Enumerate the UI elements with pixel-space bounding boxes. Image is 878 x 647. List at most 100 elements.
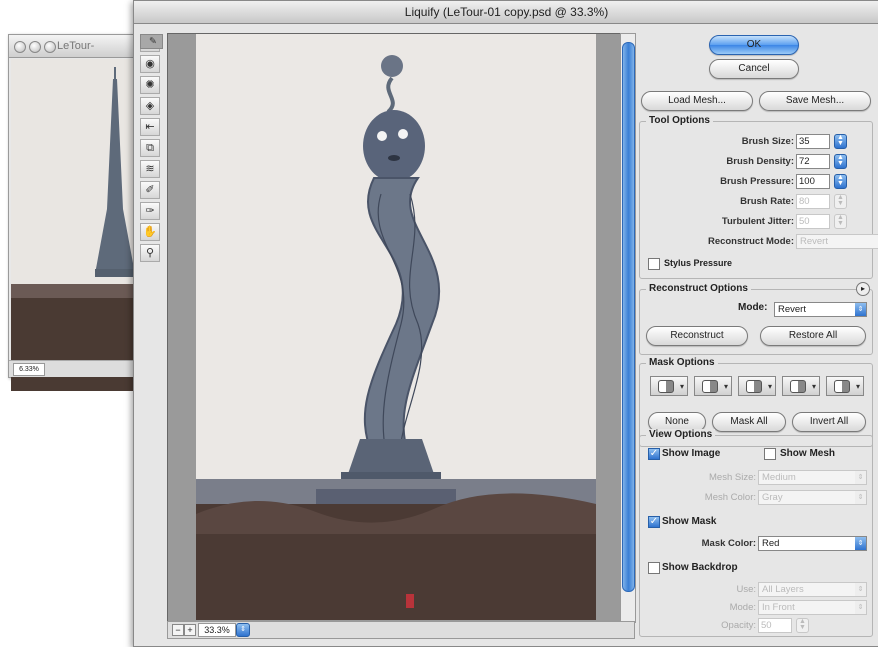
push-left-tool-icon[interactable]: ⇤	[140, 118, 160, 136]
scroll-thumb[interactable]	[622, 42, 635, 592]
stylus-pressure-checkbox[interactable]	[648, 258, 660, 270]
load-mesh-button[interactable]: Load Mesh...	[641, 91, 753, 111]
brush-density-field[interactable]: 72	[796, 154, 830, 169]
background-photo	[11, 59, 137, 391]
restore-all-button[interactable]: Restore All	[760, 326, 866, 346]
backdrop-mode-value: In Front	[762, 602, 795, 613]
reconstruct-mode-option-label: Mode:	[738, 302, 768, 313]
pucker-tool-icon[interactable]: ✺	[140, 76, 160, 94]
show-image-checkbox[interactable]: ✓	[648, 448, 660, 460]
add-to-selection-icon[interactable]: ▾	[694, 376, 732, 396]
chevron-down-icon: ⇕	[855, 537, 866, 550]
freeze-mask-tool-icon[interactable]: ✐	[140, 181, 160, 199]
preview-canvas[interactable]	[167, 33, 626, 623]
intersect-selection-icon[interactable]: ▾	[782, 376, 820, 396]
background-zoom-field[interactable]: 6.33%	[13, 363, 45, 376]
bloat-tool-icon[interactable]: ◈	[140, 97, 160, 115]
chevron-down-icon: ⇕	[855, 303, 866, 316]
mesh-size-label: Mesh Size:	[709, 472, 756, 483]
use-select: All Layers ⇕	[758, 582, 867, 597]
show-backdrop-checkbox[interactable]	[648, 562, 660, 574]
panel-menu-icon[interactable]: ▸	[856, 282, 870, 296]
invert-selection-icon[interactable]: ▾	[826, 376, 864, 396]
mask-color-label: Mask Color:	[701, 538, 756, 549]
minimize-icon[interactable]	[29, 41, 41, 53]
backdrop-mode-label: Mode:	[729, 602, 756, 613]
zoom-window-icon[interactable]	[44, 41, 56, 53]
background-document-window[interactable]: LeTour- 6.33%	[8, 34, 142, 391]
mesh-color-select: Gray ⇕	[758, 490, 867, 505]
opacity-stepper-icon: ▲ ▼	[796, 618, 809, 633]
reconstruct-options-mode-select[interactable]: Revert ⇕	[774, 302, 867, 317]
tool-options-group: Tool Options Brush Size: 35 ▲ ▼ Brush Den…	[639, 115, 878, 279]
tool-palette: ✎ ✓ ◉ ✺ ◈ ⇤ ⧉ ≋ ✐ ✑ ✋ ⚲	[140, 33, 163, 265]
window-title: Liquify (LeTour-01 copy.psd @ 33.3%)	[134, 1, 878, 24]
brush-density-stepper-icon[interactable]: ▲ ▼	[834, 154, 847, 169]
brush-rate-field: 80	[796, 194, 830, 209]
opacity-field: 50	[758, 618, 792, 633]
view-options-group: View Options ✓ Show Image Show Mesh Mesh…	[639, 429, 873, 637]
brush-pressure-label: Brush Pressure:	[720, 176, 794, 187]
stylus-pressure-label: Stylus Pressure	[664, 258, 733, 268]
reconstruct-mode-select: Revert ⇕	[796, 234, 878, 249]
show-mesh-label: Show Mesh	[780, 448, 836, 459]
vertical-scrollbar[interactable]	[620, 33, 636, 623]
cancel-button[interactable]: Cancel	[709, 59, 799, 79]
zoom-bar: − + 33.3% ⇕	[167, 621, 635, 639]
subtract-from-selection-icon[interactable]: ▾	[738, 376, 776, 396]
show-mask-label: Show Mask	[662, 516, 717, 527]
zoom-tool-icon[interactable]: ⚲	[140, 244, 160, 262]
replace-selection-icon[interactable]: ▾	[650, 376, 688, 396]
mesh-color-label: Mesh Color:	[704, 492, 756, 503]
zoom-dropdown-icon[interactable]: ⇕	[236, 623, 250, 637]
show-mesh-checkbox[interactable]	[764, 448, 776, 460]
brush-pressure-field[interactable]: 100	[796, 174, 830, 189]
background-window-titlebar[interactable]: LeTour-	[9, 35, 141, 58]
chevron-down-icon: ⇕	[855, 583, 866, 596]
close-icon[interactable]	[14, 41, 26, 53]
reconstruct-options-mode-value: Revert	[778, 304, 806, 315]
reconstruct-button[interactable]: Reconstruct	[646, 326, 748, 346]
preview-image[interactable]	[196, 34, 596, 620]
opacity-label: Opacity:	[721, 620, 756, 631]
invert-all-button[interactable]: Invert All	[792, 412, 866, 432]
turbulent-jitter-field: 50	[796, 214, 830, 229]
reconstruct-mode-value: Revert	[800, 236, 828, 247]
hand-tool-icon[interactable]: ✋	[140, 223, 160, 241]
liquify-dialog: Liquify (LeTour-01 copy.psd @ 33.3%) ✎ ✓…	[133, 0, 878, 647]
chevron-down-icon: ⇕	[855, 491, 866, 504]
show-mask-checkbox[interactable]: ✓	[648, 516, 660, 528]
brush-rate-stepper-icon: ▲ ▼	[834, 194, 847, 209]
brush-size-field[interactable]: 35	[796, 134, 830, 149]
mirror-tool-icon[interactable]: ⧉	[140, 139, 160, 157]
use-label: Use:	[736, 584, 756, 595]
backdrop-mode-select: In Front ⇕	[758, 600, 867, 615]
zoom-out-icon[interactable]: −	[172, 624, 184, 636]
tool-options-title: Tool Options	[646, 115, 713, 126]
ok-button[interactable]: OK	[709, 35, 799, 55]
turbulence-tool-icon[interactable]: ≋	[140, 160, 160, 178]
background-window-title: LeTour-	[57, 40, 95, 52]
show-image-label: Show Image	[662, 448, 721, 459]
thaw-mask-tool-icon[interactable]: ✑	[140, 202, 160, 220]
reconstruct-options-group: Reconstruct Options ▸ Mode: Revert ⇕ Rec…	[639, 282, 873, 355]
turbulent-jitter-stepper-icon: ▲ ▼	[834, 214, 847, 229]
view-options-title: View Options	[646, 429, 716, 440]
zoom-field[interactable]: 33.3%	[198, 623, 236, 637]
brush-size-stepper-icon[interactable]: ▲ ▼	[834, 134, 847, 149]
warp-tool-icon[interactable]: ✎	[140, 34, 163, 49]
mask-color-select[interactable]: Red ⇕	[758, 536, 867, 551]
mask-all-button[interactable]: Mask All	[712, 412, 786, 432]
zoom-in-icon[interactable]: +	[184, 624, 196, 636]
brush-pressure-stepper-icon[interactable]: ▲ ▼	[834, 174, 847, 189]
chevron-down-icon: ⇕	[855, 601, 866, 614]
twirl-tool-icon[interactable]: ◉	[140, 55, 160, 73]
reconstruct-options-title: Reconstruct Options	[646, 283, 751, 294]
save-mesh-button[interactable]: Save Mesh...	[759, 91, 871, 111]
mask-color-value: Red	[762, 538, 780, 549]
turbulent-jitter-label: Turbulent Jitter:	[721, 216, 794, 227]
background-status-bar: 6.33%	[9, 360, 139, 377]
brush-rate-label: Brush Rate:	[740, 196, 794, 207]
show-backdrop-label: Show Backdrop	[662, 562, 738, 573]
mesh-size-select: Medium ⇕	[758, 470, 867, 485]
